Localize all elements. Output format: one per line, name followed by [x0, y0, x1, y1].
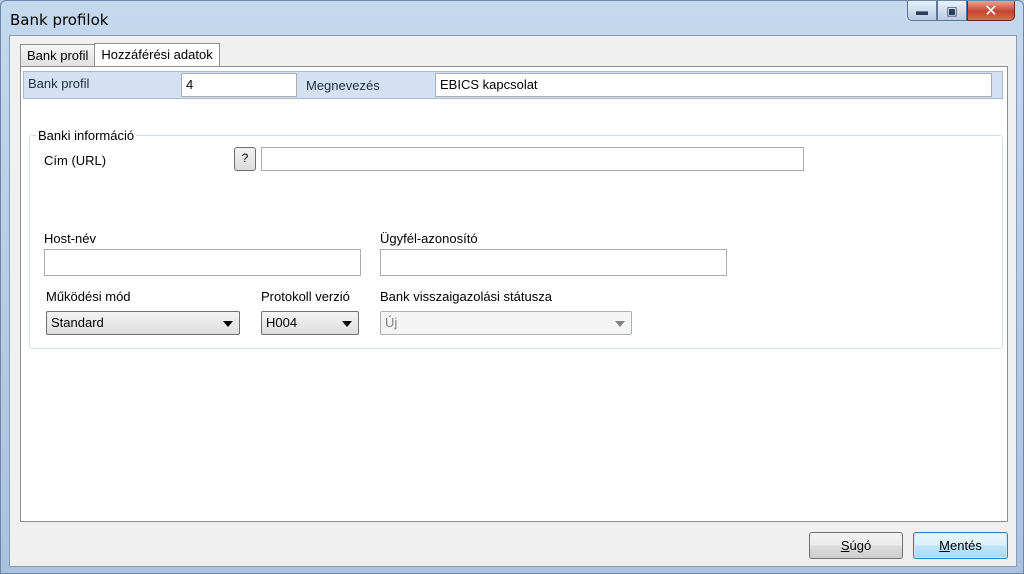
bank-info-group: Banki információ Cím (URL) ? Host-név Üg…	[29, 128, 1003, 349]
mode-select-value: Standard	[51, 315, 104, 330]
bank-info-group-label: Banki információ	[36, 128, 137, 143]
megnevezes-input[interactable]: EBICS kapcsolat	[435, 73, 992, 97]
mode-label: Működési mód	[46, 289, 131, 304]
save-button-label: entés	[950, 538, 982, 553]
ack-status-label: Bank visszaigazolási státusza	[380, 289, 552, 304]
dropdown-arrow-icon	[342, 321, 352, 327]
ack-status-select: Új	[380, 311, 632, 335]
client-id-label: Ügyfél-azonosító	[380, 231, 478, 246]
window-controls: ▬ ▣ ✕	[907, 1, 1015, 21]
save-button-accelerator: M	[939, 538, 951, 553]
maximize-icon: ▣	[946, 3, 958, 18]
host-input[interactable]	[44, 249, 361, 276]
dropdown-arrow-icon	[615, 321, 625, 327]
client-id-input[interactable]	[380, 249, 727, 276]
close-icon: ✕	[984, 2, 998, 20]
protocol-label: Protokoll verzió	[261, 289, 350, 304]
maximize-button[interactable]: ▣	[937, 1, 967, 21]
ack-status-select-value: Új	[385, 315, 398, 330]
protocol-select[interactable]: H004	[261, 311, 359, 335]
client-area: Bank profil Hozzáférési adatok Bank prof…	[9, 35, 1017, 567]
help-button[interactable]: Súgó	[809, 532, 903, 559]
help-button-label: úgó	[849, 538, 872, 553]
url-help-button[interactable]: ?	[234, 147, 256, 171]
protocol-select-value: H004	[266, 315, 298, 330]
bank-profiles-window: Bank profilok ▬ ▣ ✕ Bank profil Hozzáfér…	[0, 0, 1024, 574]
tab-hozzaferesi-adatok[interactable]: Hozzáférési adatok	[94, 43, 220, 67]
minimize-button[interactable]: ▬	[907, 1, 937, 21]
url-input[interactable]	[261, 147, 804, 171]
url-label: Cím (URL)	[44, 153, 107, 168]
dropdown-arrow-icon	[223, 321, 233, 327]
window-title: Bank profilok	[10, 11, 109, 29]
host-label: Host-név	[44, 231, 97, 246]
tab-bank-profil[interactable]: Bank profil	[20, 44, 96, 66]
minimize-icon: ▬	[916, 3, 928, 18]
megnevezes-label: Megnevezés	[306, 78, 380, 93]
close-button[interactable]: ✕	[967, 1, 1015, 21]
bank-profil-label: Bank profil	[28, 76, 90, 91]
save-button[interactable]: Mentés	[913, 532, 1008, 559]
tab-page: Bank profil 4 Megnevezés EBICS kapcsolat…	[20, 66, 1008, 522]
profile-header: Bank profil 4 Megnevezés EBICS kapcsolat	[23, 71, 1003, 99]
tab-strip: Bank profil Hozzáférési adatok	[20, 43, 220, 67]
title-bar[interactable]: Bank profilok ▬ ▣ ✕	[1, 1, 1023, 35]
bank-profil-input[interactable]: 4	[181, 73, 297, 97]
mode-select[interactable]: Standard	[46, 311, 240, 335]
